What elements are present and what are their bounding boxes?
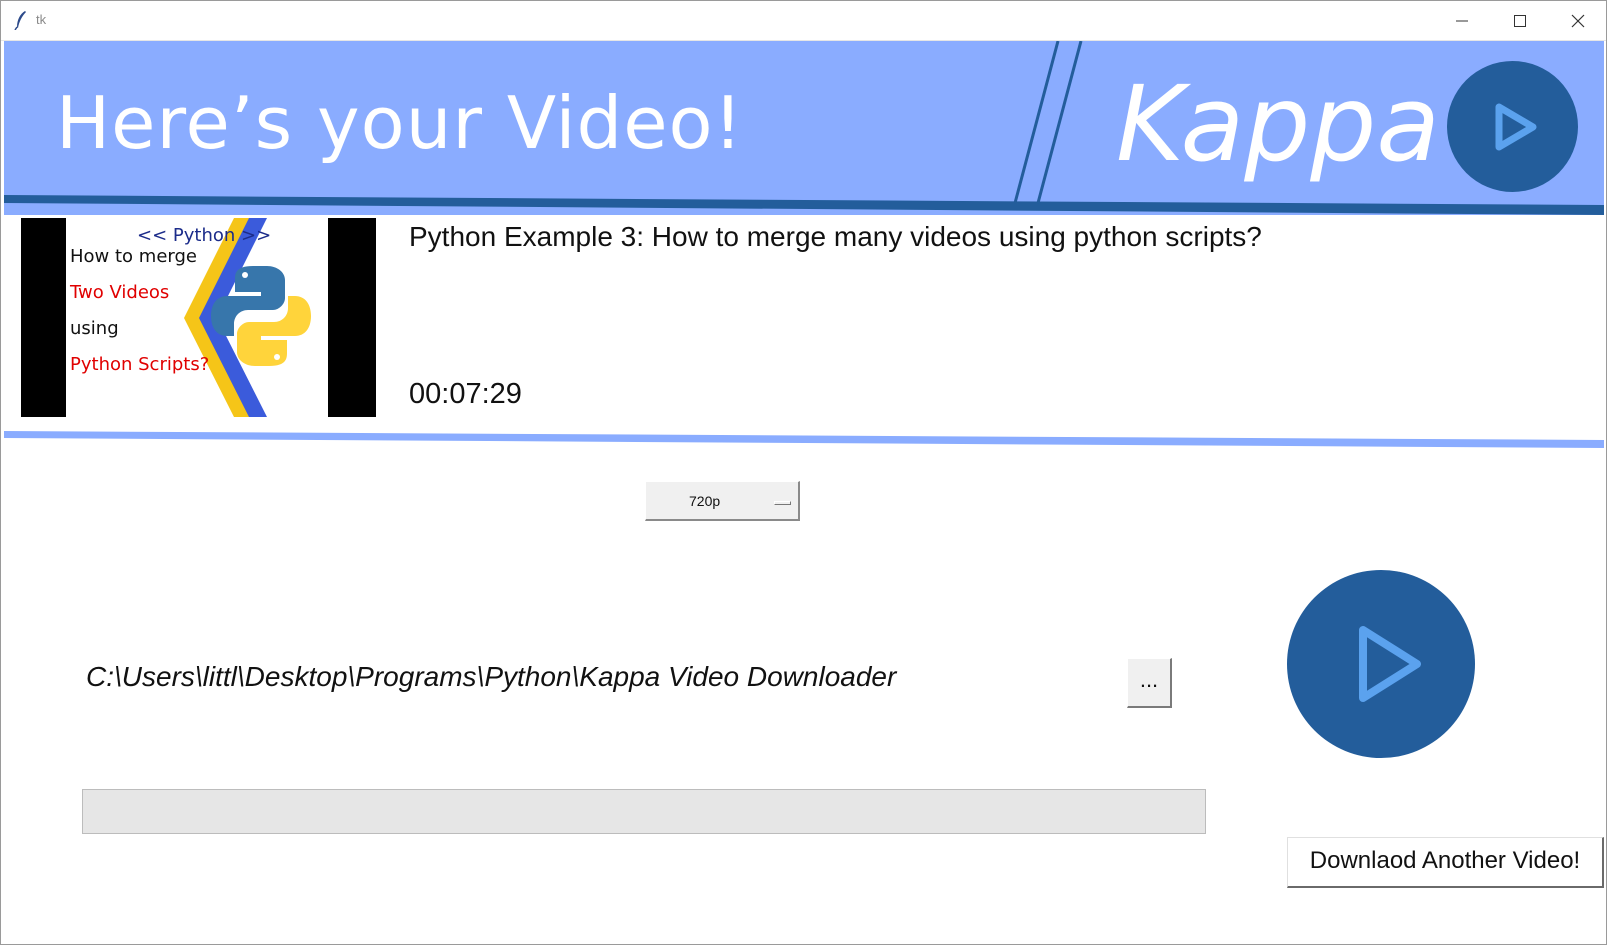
page-title: Here’s your Video! (56, 81, 744, 165)
app-content: Here’s your Video! Kappa << Python >> Ho… (4, 41, 1604, 944)
minimize-icon (1456, 20, 1468, 22)
video-title: Python Example 3: How to merge many vide… (409, 221, 1262, 252)
thumbnail-line-2: Two Videos (69, 282, 169, 303)
dropdown-indicator-icon (774, 501, 791, 505)
close-icon (1571, 14, 1585, 28)
thumbnail-line-3: using (70, 318, 119, 339)
minimize-button[interactable] (1433, 1, 1491, 40)
quality-dropdown[interactable]: 720p (645, 481, 800, 521)
feather-icon (14, 11, 26, 30)
brand-name: Kappa (1116, 63, 1440, 185)
download-progress-bar (82, 789, 1206, 834)
header-banner: Here’s your Video! Kappa (4, 41, 1604, 215)
download-another-button[interactable]: Downlaod Another Video! (1287, 837, 1604, 888)
maximize-icon (1514, 15, 1526, 27)
thumbnail-line-1: How to merge (70, 246, 197, 267)
save-path-label: C:\Users\littl\Desktop\Programs\Python\K… (86, 661, 897, 692)
thumbnail-line-4: Python Scripts? (70, 354, 209, 375)
title-bar: tk (1, 1, 1606, 41)
app-window: tk Here’s your Video! Kappa << Python >>… (0, 0, 1607, 945)
window-title: tk (36, 12, 47, 27)
video-duration: 00:07:29 (409, 378, 522, 410)
quality-selected-value: 720p (689, 493, 721, 509)
play-icon (1447, 61, 1578, 192)
download-button[interactable] (1287, 570, 1475, 758)
browse-folder-button[interactable]: ... (1127, 658, 1172, 708)
section-divider (4, 431, 1604, 448)
maximize-button[interactable] (1491, 1, 1549, 40)
thumbnail-badge: << Python >> (137, 225, 271, 246)
close-button[interactable] (1549, 1, 1606, 40)
video-thumbnail: << Python >> How to merge Two Videos usi… (21, 218, 376, 417)
